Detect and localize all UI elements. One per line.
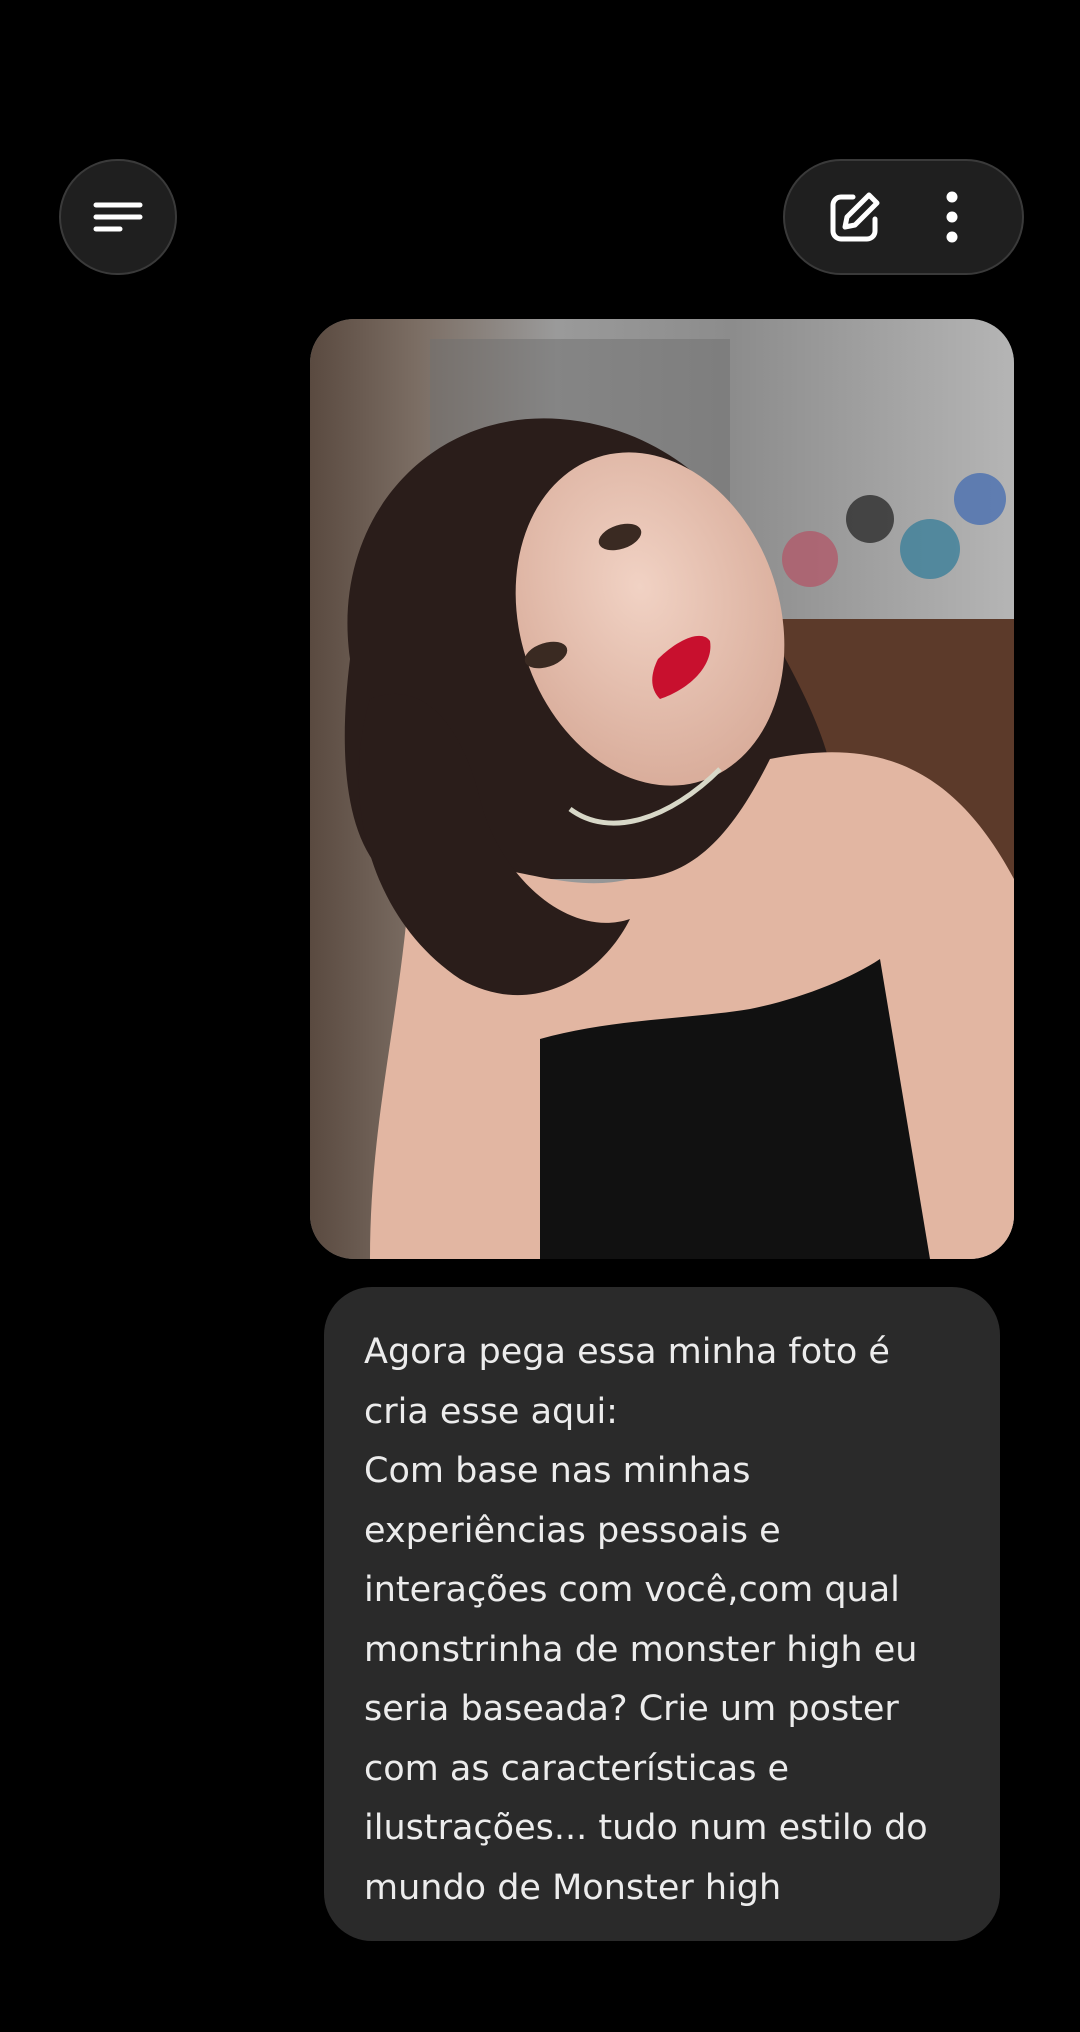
new-chat-button[interactable] [817, 179, 893, 255]
more-vertical-icon [946, 191, 958, 243]
photo-portrait-image [310, 319, 1014, 1259]
more-options-button[interactable] [914, 179, 990, 255]
menu-lines-icon [93, 202, 143, 232]
header-actions [783, 159, 1024, 275]
pencil-square-icon [830, 192, 880, 242]
menu-button[interactable] [59, 159, 177, 275]
user-message-text: Agora pega essa minha foto é cria esse a… [364, 1332, 928, 1908]
attached-photo[interactable] [310, 319, 1014, 1259]
chat-screen: Agora pega essa minha foto é cria esse a… [0, 0, 1080, 2032]
user-message-bubble: Agora pega essa minha foto é cria esse a… [324, 1287, 1000, 1941]
